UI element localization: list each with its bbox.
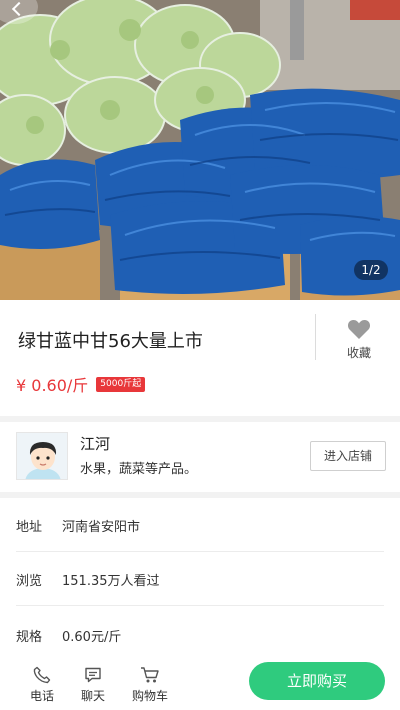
price-row: ¥ 0.60/斤 5000斤起 — [16, 372, 146, 396]
shop-description: 水果，蔬菜等产品。 — [80, 462, 198, 477]
info-value: 151.35万人看过 — [62, 574, 160, 589]
enter-shop-button[interactable]: 进入店铺 — [310, 441, 386, 471]
heart-icon — [347, 320, 371, 339]
product-header: 绿甘蓝中甘56大量上市 收藏 ¥ 0.60/斤 5000斤起 — [0, 300, 400, 416]
shop-card: 江河 水果，蔬菜等产品。 进入店铺 — [0, 422, 400, 492]
cart-icon — [141, 667, 159, 683]
favorite-button[interactable]: 收藏 — [334, 318, 384, 361]
min-order-badge: 5000斤起 — [96, 376, 146, 392]
cart-button[interactable]: 购物车 — [128, 666, 172, 704]
price: ¥ 0.60/斤 — [16, 376, 89, 395]
info-row-address: 地址 河南省安阳市 — [0, 498, 400, 552]
info-key: 浏览 — [16, 574, 43, 589]
favorite-label: 收藏 — [346, 346, 371, 360]
shop-name: 江河 — [80, 435, 111, 453]
phone-icon — [33, 666, 51, 684]
image-counter: 1/2 — [354, 260, 388, 280]
info-key: 地址 — [16, 520, 43, 535]
phone-button[interactable]: 电话 — [20, 666, 64, 704]
buy-now-button[interactable]: 立即购买 — [249, 662, 385, 700]
divider — [315, 314, 316, 360]
chat-icon — [85, 667, 101, 683]
info-row-views: 浏览 151.35万人看过 — [0, 552, 400, 606]
cart-label: 购物车 — [131, 689, 168, 703]
bottom-action-bar: 电话 聊天 购物车 立即购买 — [0, 652, 400, 710]
info-value: 河南省安阳市 — [62, 520, 141, 535]
product-photo — [0, 0, 400, 300]
avatar[interactable] — [16, 432, 68, 480]
info-value: 0.60元/斤 — [62, 630, 122, 645]
info-key: 规格 — [16, 630, 43, 645]
avatar-illustration — [17, 433, 67, 479]
product-title: 绿甘蓝中甘56大量上市 — [18, 331, 203, 352]
chat-button[interactable]: 聊天 — [71, 666, 115, 704]
phone-label: 电话 — [29, 689, 54, 703]
product-image-carousel[interactable]: 1/2 — [0, 0, 400, 300]
chat-label: 聊天 — [80, 689, 105, 703]
row-divider — [16, 605, 384, 606]
product-info-list: 地址 河南省安阳市 浏览 151.35万人看过 规格 0.60元/斤 — [0, 498, 400, 658]
